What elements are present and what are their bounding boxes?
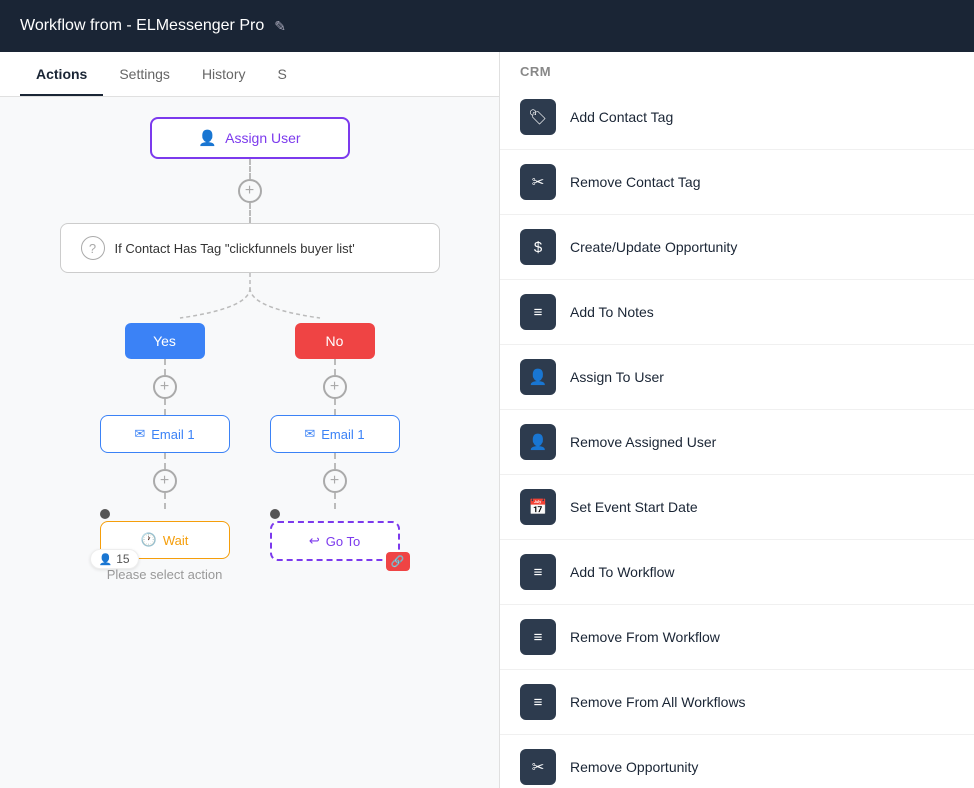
edit-icon[interactable]: ✎ bbox=[274, 18, 286, 35]
email2-icon: ✉ bbox=[304, 426, 315, 442]
connector-yes-2: + bbox=[153, 453, 177, 509]
condition-icon: ? bbox=[81, 236, 105, 260]
branch-row: Yes + ✉ Email 1 + bbox=[10, 323, 489, 582]
tab-s[interactable]: S bbox=[262, 52, 303, 96]
assign-user-icon: 👤 bbox=[198, 129, 217, 147]
assign-user-button[interactable]: 👤 Assign User bbox=[150, 117, 350, 159]
connector-no-2: + bbox=[323, 453, 347, 509]
crm-item-remove-contact-tag[interactable]: ✂ Remove Contact Tag bbox=[500, 150, 974, 215]
email1-button[interactable]: ✉ Email 1 bbox=[100, 415, 230, 453]
crm-label-remove-from-all-workflows: Remove From All Workflows bbox=[570, 694, 746, 710]
crm-icon-set-event-start-date: 📅 bbox=[520, 489, 556, 525]
crm-label-remove-assigned-user: Remove Assigned User bbox=[570, 434, 716, 450]
connector-yes: + bbox=[153, 359, 177, 415]
wait-icon: 🕐 bbox=[141, 532, 157, 548]
crm-label-assign-to-user: Assign To User bbox=[570, 369, 664, 385]
canvas-panel: Actions Settings History S 👤 Assign User… bbox=[0, 52, 500, 788]
crm-icon-add-to-notes: ≡ bbox=[520, 294, 556, 330]
crm-icon-create-update-opportunity: $ bbox=[520, 229, 556, 265]
crm-item-remove-from-all-workflows[interactable]: ≡ Remove From All Workflows bbox=[500, 670, 974, 735]
crm-icon-assign-to-user: 👤 bbox=[520, 359, 556, 395]
wait-node-wrapper: 🕐 Wait 👤 15 bbox=[100, 509, 230, 559]
crm-item-add-to-notes[interactable]: ≡ Add To Notes bbox=[500, 280, 974, 345]
connector-no: + bbox=[323, 359, 347, 415]
crm-icon-remove-from-workflow: ≡ bbox=[520, 619, 556, 655]
add-node-no[interactable]: + bbox=[323, 375, 347, 399]
crm-label-add-to-workflow: Add To Workflow bbox=[570, 564, 675, 580]
add-node-1[interactable]: + bbox=[238, 179, 262, 203]
crm-item-remove-opportunity[interactable]: ✂ Remove Opportunity bbox=[500, 735, 974, 788]
app-header: Workflow from - ELMessenger Pro ✎ bbox=[0, 0, 974, 52]
tab-history[interactable]: History bbox=[186, 52, 262, 96]
user-count-badge: 👤 15 bbox=[90, 549, 139, 569]
link-icon-badge: 🔗 bbox=[386, 552, 410, 571]
yes-button[interactable]: Yes bbox=[125, 323, 205, 359]
crm-label-set-event-start-date: Set Event Start Date bbox=[570, 499, 698, 515]
condition-box[interactable]: ? If Contact Has Tag "clickfunnels buyer… bbox=[60, 223, 440, 273]
crm-label-remove-opportunity: Remove Opportunity bbox=[570, 759, 698, 775]
goto-button[interactable]: ↩ Go To bbox=[270, 521, 400, 561]
no-button[interactable]: No bbox=[295, 323, 375, 359]
crm-label-remove-from-workflow: Remove From Workflow bbox=[570, 629, 720, 645]
branch-connector-svg bbox=[80, 273, 420, 323]
crm-icon-add-to-workflow: ≡ bbox=[520, 554, 556, 590]
line-no-3 bbox=[334, 453, 336, 469]
crm-item-assign-to-user[interactable]: 👤 Assign To User bbox=[500, 345, 974, 410]
add-node-no-2[interactable]: + bbox=[323, 469, 347, 493]
crm-item-remove-assigned-user[interactable]: 👤 Remove Assigned User bbox=[500, 410, 974, 475]
user-count-icon: 👤 bbox=[99, 553, 113, 566]
goto-node-wrapper: ↩ Go To 🔗 bbox=[270, 509, 400, 561]
crm-icon-remove-assigned-user: 👤 bbox=[520, 424, 556, 460]
crm-item-add-to-workflow[interactable]: ≡ Add To Workflow bbox=[500, 540, 974, 605]
line-yes-4 bbox=[164, 493, 166, 509]
crm-label-add-contact-tag: Add Contact Tag bbox=[570, 109, 673, 125]
crm-item-set-event-start-date[interactable]: 📅 Set Event Start Date bbox=[500, 475, 974, 540]
yes-arm: Yes + ✉ Email 1 + bbox=[100, 323, 230, 582]
workflow-canvas: 👤 Assign User + ? If Contact Has Tag "cl… bbox=[0, 97, 499, 788]
line-yes-2 bbox=[164, 399, 166, 415]
condition-text: If Contact Has Tag "clickfunnels buyer l… bbox=[115, 241, 355, 256]
crm-item-add-contact-tag[interactable]: 🏷 Add Contact Tag bbox=[500, 85, 974, 150]
crm-icon-remove-opportunity: ✂ bbox=[520, 749, 556, 785]
email1-icon: ✉ bbox=[134, 426, 145, 442]
no-arm: No + ✉ Email 1 + bbox=[270, 323, 400, 582]
please-select-label: Please select action bbox=[107, 567, 223, 582]
goto-dot-top bbox=[270, 509, 280, 519]
tabs-bar: Actions Settings History S bbox=[0, 52, 499, 97]
crm-icon-add-contact-tag: 🏷 bbox=[520, 99, 556, 135]
tab-settings[interactable]: Settings bbox=[103, 52, 186, 96]
crm-item-remove-from-workflow[interactable]: ≡ Remove From Workflow bbox=[500, 605, 974, 670]
line-yes-3 bbox=[164, 453, 166, 469]
add-node-yes-2[interactable]: + bbox=[153, 469, 177, 493]
crm-label-remove-contact-tag: Remove Contact Tag bbox=[570, 174, 700, 190]
line-no-2 bbox=[334, 399, 336, 415]
crm-items-list: 🏷 Add Contact Tag ✂ Remove Contact Tag $ Crea… bbox=[500, 85, 974, 788]
crm-label-add-to-notes: Add To Notes bbox=[570, 304, 654, 320]
wait-dot-top bbox=[100, 509, 110, 519]
tab-actions[interactable]: Actions bbox=[20, 52, 103, 96]
assign-user-node: 👤 Assign User bbox=[10, 117, 489, 159]
crm-label-create-update-opportunity: Create/Update Opportunity bbox=[570, 239, 737, 255]
line-yes-1 bbox=[164, 359, 166, 375]
add-node-yes[interactable]: + bbox=[153, 375, 177, 399]
main-area: Actions Settings History S 👤 Assign User… bbox=[0, 52, 974, 788]
crm-section-header: CRM bbox=[500, 52, 974, 85]
line-v-1 bbox=[249, 159, 251, 179]
crm-item-create-update-opportunity[interactable]: $ Create/Update Opportunity bbox=[500, 215, 974, 280]
connector-1: + bbox=[238, 159, 262, 223]
user-count: 15 bbox=[116, 552, 129, 566]
line-no-4 bbox=[334, 493, 336, 509]
crm-icon-remove-contact-tag: ✂ bbox=[520, 164, 556, 200]
crm-panel: CRM 🏷 Add Contact Tag ✂ Remove Contact Tag $… bbox=[500, 52, 974, 788]
goto-icon: ↩ bbox=[309, 533, 320, 549]
line-v-2 bbox=[249, 203, 251, 223]
email2-button[interactable]: ✉ Email 1 bbox=[270, 415, 400, 453]
header-title: Workflow from - ELMessenger Pro bbox=[20, 17, 264, 35]
line-no-1 bbox=[334, 359, 336, 375]
crm-icon-remove-from-all-workflows: ≡ bbox=[520, 684, 556, 720]
